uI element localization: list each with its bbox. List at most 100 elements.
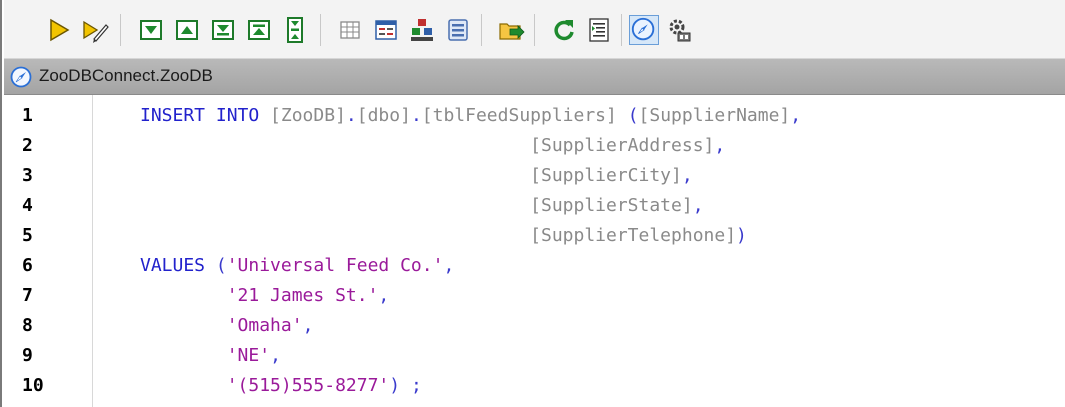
- code-line[interactable]: 5 [SupplierTelephone]): [4, 221, 1065, 251]
- line-number: 2: [22, 135, 33, 156]
- line-number: 6: [22, 255, 33, 276]
- format-sql-icon: [589, 18, 609, 42]
- code-text: 'NE',: [140, 341, 281, 371]
- code-token: (: [215, 255, 227, 276]
- text-view-icon: [375, 20, 397, 40]
- execute-button[interactable]: [44, 15, 74, 45]
- code-token: INSERT INTO: [140, 105, 271, 126]
- previous-result-icon: [176, 20, 198, 40]
- previous-result-button[interactable]: [172, 15, 202, 45]
- properties-icon: [448, 19, 468, 41]
- code-token: ): [736, 225, 747, 246]
- code-text: VALUES ('Universal Feed Co.',: [140, 251, 454, 281]
- toolbar: [4, 0, 1065, 59]
- code-token: ,: [302, 315, 314, 336]
- line-number: 3: [22, 165, 33, 186]
- code-line[interactable]: 10 '(515)555-8277') ;: [4, 371, 1065, 401]
- code-token: ,: [681, 165, 693, 186]
- last-result-icon: [212, 20, 234, 40]
- code-token: ,: [378, 285, 390, 306]
- code-line[interactable]: 7 '21 James St.',: [4, 281, 1065, 311]
- toolbar-separator: [481, 14, 482, 46]
- code-token: [ZooDB]: [270, 105, 346, 126]
- refresh-icon: [554, 20, 574, 41]
- code-token: 'Universal Feed Co.': [226, 255, 444, 276]
- execute-for-data-editing-icon: [83, 20, 109, 43]
- toolbar-separator: [621, 14, 622, 46]
- code-text: [SupplierState],: [140, 191, 704, 221]
- toolbar-separator: [320, 14, 321, 46]
- code-token: [dbo]: [356, 105, 411, 126]
- toolbar-separator: [120, 14, 121, 46]
- stacked-view-icon: [411, 19, 433, 41]
- refresh-button[interactable]: [549, 15, 579, 45]
- toolbar-separator: [534, 14, 535, 46]
- sql-editor-window: ZooDBConnect.ZooDB 1 INSERT INTO [ZooDB].…: [0, 0, 1065, 407]
- code-text: '21 James St.',: [140, 281, 390, 311]
- connection-icon: [10, 66, 32, 88]
- export-button[interactable]: [496, 15, 526, 45]
- code-token: .: [410, 105, 422, 126]
- properties-button[interactable]: [443, 15, 473, 45]
- code-text: INSERT INTO [ZooDB].[dbo].[tblFeedSuppli…: [140, 101, 801, 131]
- next-result-button[interactable]: [136, 15, 166, 45]
- code-text: 'Omaha',: [140, 311, 314, 341]
- code-token: .: [345, 105, 357, 126]
- code-token: ) ;: [389, 375, 422, 396]
- code-token: ,: [692, 195, 704, 216]
- first-result-icon: [248, 20, 270, 40]
- line-number: 1: [22, 105, 33, 126]
- code-line[interactable]: 9 'NE',: [4, 341, 1065, 371]
- code-line[interactable]: 3 [SupplierCity],: [4, 161, 1065, 191]
- expand-results-icon: [287, 17, 303, 43]
- line-number: 5: [22, 225, 33, 246]
- connection-name: ZooDBConnect.ZooDB: [39, 66, 213, 85]
- line-number: 9: [22, 345, 33, 366]
- code-line[interactable]: 2 [SupplierAddress],: [4, 131, 1065, 161]
- connection-bar: ZooDBConnect.ZooDB: [4, 59, 1065, 95]
- code-line[interactable]: 4 [SupplierState],: [4, 191, 1065, 221]
- grid-view-button[interactable]: [335, 15, 365, 45]
- execute-icon: [50, 18, 70, 42]
- code-token: [SupplierName]: [638, 105, 791, 126]
- code-line[interactable]: 6 VALUES ('Universal Feed Co.',: [4, 251, 1065, 281]
- execute-for-data-editing-button[interactable]: [80, 15, 110, 45]
- code-text: [SupplierAddress],: [140, 131, 725, 161]
- last-result-button[interactable]: [208, 15, 238, 45]
- first-result-button[interactable]: [244, 15, 274, 45]
- code-token: (: [616, 105, 639, 126]
- settings-icon: [669, 19, 691, 42]
- code-token: ,: [714, 135, 726, 156]
- code-token: [SupplierTelephone]: [530, 225, 737, 246]
- code-token: [tblFeedSuppliers]: [421, 105, 617, 126]
- code-token: [SupplierCity]: [530, 165, 682, 186]
- line-number: 10: [22, 375, 44, 396]
- code-line[interactable]: 1 INSERT INTO [ZooDB].[dbo].[tblFeedSuppl…: [4, 101, 1065, 131]
- expand-results-button[interactable]: [280, 15, 310, 45]
- code-token: [SupplierAddress]: [530, 135, 715, 156]
- text-view-button[interactable]: [371, 15, 401, 45]
- code-line[interactable]: 8 'Omaha',: [4, 311, 1065, 341]
- settings-button[interactable]: [664, 15, 694, 45]
- stacked-view-button[interactable]: [407, 15, 437, 45]
- connect-icon: [631, 17, 655, 41]
- grid-view-icon: [340, 21, 360, 39]
- code-text: [SupplierCity],: [140, 161, 693, 191]
- code-token: 'NE': [226, 345, 271, 366]
- next-result-icon: [140, 20, 162, 40]
- code-token: '21 James St.': [226, 285, 379, 306]
- connect-button[interactable]: [629, 15, 659, 45]
- sql-editor[interactable]: 1 INSERT INTO [ZooDB].[dbo].[tblFeedSuppl…: [4, 95, 1065, 407]
- line-number: 8: [22, 315, 33, 336]
- code-text: [SupplierTelephone]): [140, 221, 747, 251]
- code-token: VALUES: [140, 255, 216, 276]
- format-sql-button[interactable]: [584, 15, 614, 45]
- line-number: 7: [22, 285, 33, 306]
